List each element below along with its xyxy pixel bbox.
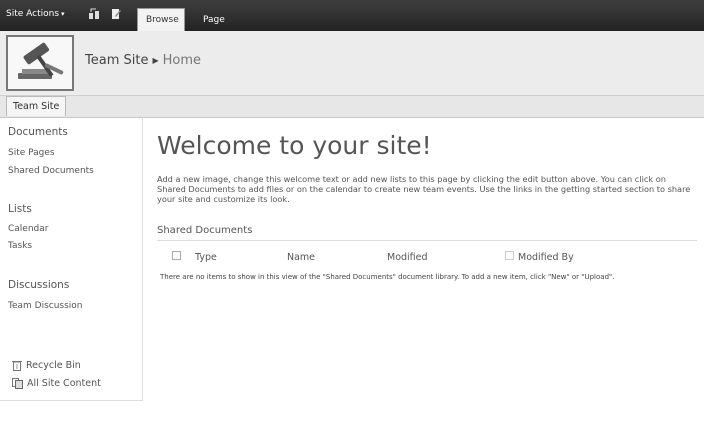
recycle-bin-label: Recycle Bin (26, 360, 81, 371)
nav-heading-documents[interactable]: Documents (8, 126, 68, 138)
breadcrumb-separator-icon: ▶ (152, 56, 159, 65)
quick-launch: Documents Site Pages Shared Documents Li… (0, 117, 143, 401)
all-site-content-link[interactable]: All Site Content (12, 378, 101, 389)
page-title: Welcome to your site! (157, 131, 432, 160)
topnav-item-team-site[interactable]: Team Site (6, 96, 67, 116)
all-site-content-label: All Site Content (27, 378, 101, 389)
nav-heading-discussions[interactable]: Discussions (8, 279, 69, 291)
breadcrumb-site-link[interactable]: Team Site (85, 53, 148, 68)
nav-item-calendar[interactable]: Calendar (8, 224, 48, 234)
recycle-bin-icon (12, 361, 22, 371)
edit-page-icon[interactable] (110, 8, 122, 20)
nav-item-shared-documents[interactable]: Shared Documents (8, 166, 94, 176)
site-content-icon (12, 378, 23, 389)
nav-heading-lists[interactable]: Lists (8, 203, 32, 215)
site-actions-label: Site Actions (6, 9, 60, 19)
column-header-modified[interactable]: Modified (387, 252, 428, 263)
tab-page-label: Page (203, 14, 225, 25)
empty-library-message: There are no items to show in this view … (160, 273, 615, 281)
topnav-label: Team Site (13, 101, 60, 112)
breadcrumb: Team Site ▶ Home (85, 53, 201, 68)
column-header-type[interactable]: Type (195, 252, 217, 263)
site-header: Team Site ▶ Home (0, 31, 704, 96)
site-actions-menu[interactable]: Site Actions ▾ (6, 9, 65, 19)
navigate-up-icon[interactable] (88, 8, 100, 20)
shared-documents-title[interactable]: Shared Documents (157, 225, 252, 236)
breadcrumb-current: Home (162, 53, 201, 68)
tab-browse-label: Browse (146, 15, 179, 25)
tab-browse[interactable]: Browse (137, 8, 185, 31)
recycle-bin-link[interactable]: Recycle Bin (12, 360, 81, 371)
chevron-down-icon: ▾ (61, 10, 65, 18)
nav-item-site-pages[interactable]: Site Pages (8, 148, 55, 158)
column-header-name[interactable]: Name (287, 252, 315, 263)
column-header-modified-by[interactable]: Modified By (518, 252, 574, 263)
nav-item-team-discussion[interactable]: Team Discussion (8, 301, 83, 311)
site-logo[interactable] (6, 35, 74, 91)
column-filter-icon (505, 251, 514, 260)
nav-item-tasks[interactable]: Tasks (8, 241, 32, 251)
section-divider (157, 240, 697, 241)
tab-page[interactable]: Page (195, 8, 229, 31)
top-navigation: Team Site (0, 96, 704, 118)
gavel-icon (18, 42, 64, 79)
welcome-description: Add a new image, change this welcome tex… (157, 174, 691, 204)
select-all-checkbox[interactable] (172, 251, 181, 260)
ribbon-bar: Site Actions ▾ Browse Page (0, 0, 704, 31)
